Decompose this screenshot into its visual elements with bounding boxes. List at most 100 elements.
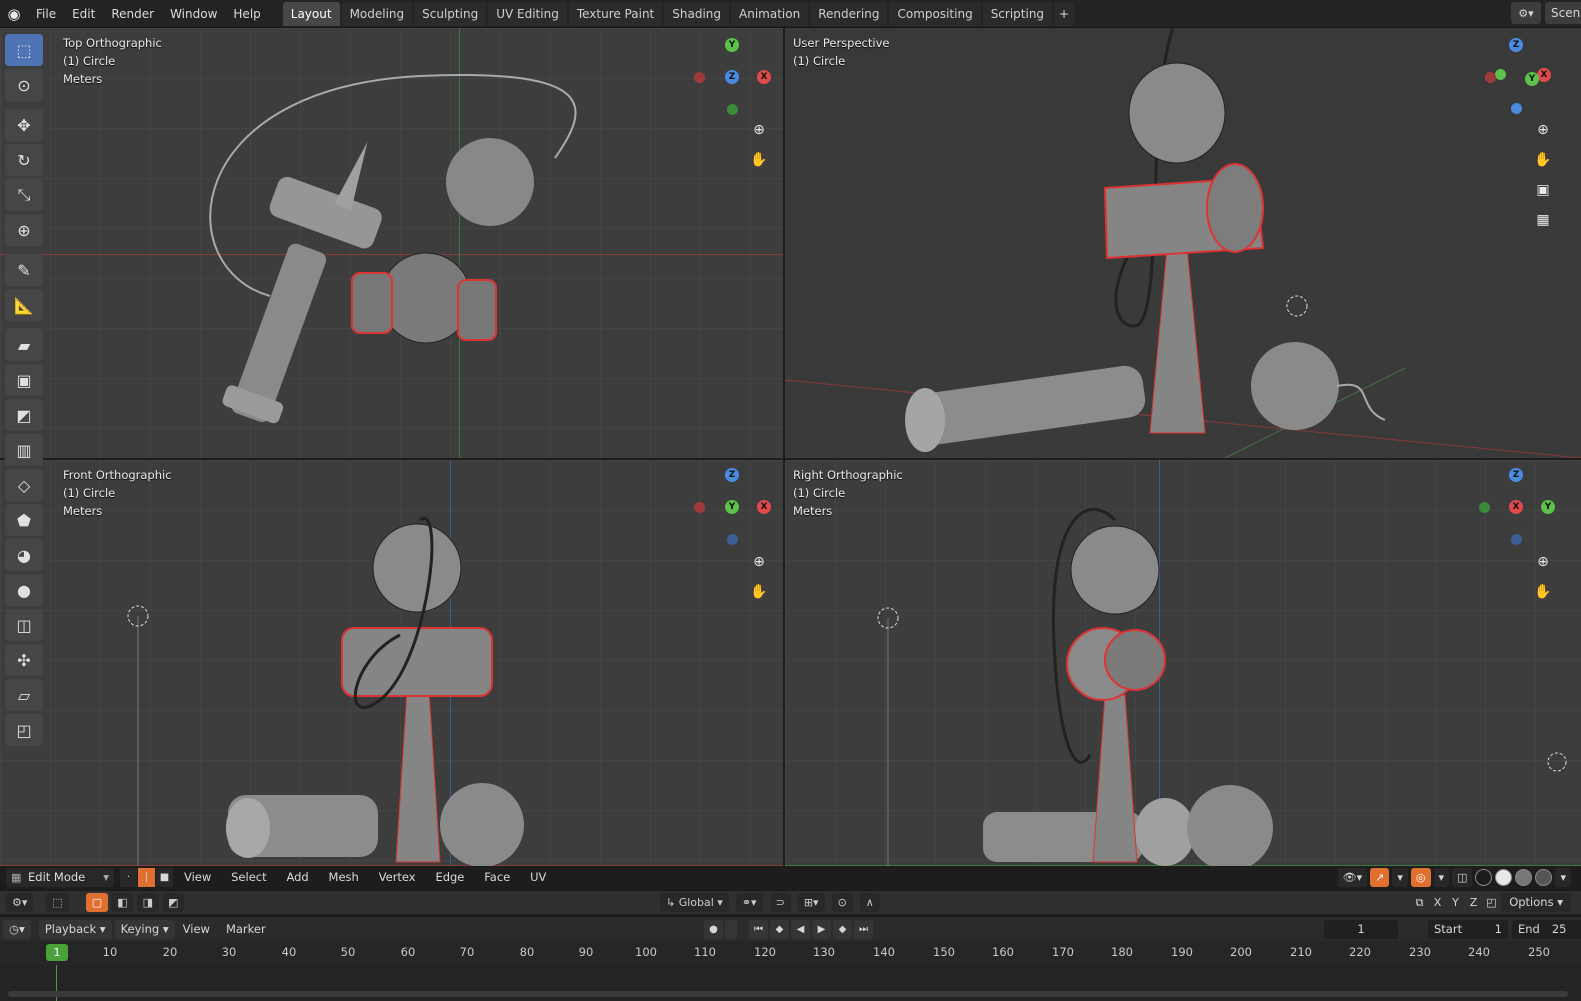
pan-hand-icon[interactable]: ✋ <box>1531 580 1555 604</box>
gizmo-neg-y[interactable] <box>1495 69 1506 80</box>
annotate-icon[interactable]: ✎ <box>5 254 43 286</box>
navigation-gizmo[interactable]: Z X Y <box>1479 468 1569 558</box>
navigation-gizmo[interactable]: Z Y X <box>690 468 780 558</box>
gizmo-neg-z[interactable] <box>1511 534 1522 545</box>
shading-dropdown-icon[interactable]: ▾ <box>1555 867 1571 887</box>
smooth-icon[interactable]: ● <box>5 574 43 606</box>
record-options-icon[interactable] <box>725 919 737 939</box>
gizmo-neg-z[interactable] <box>1511 103 1522 114</box>
gizmo-y[interactable]: Y <box>1541 500 1555 514</box>
gizmo-x[interactable]: X <box>1509 500 1523 514</box>
navigation-gizmo[interactable]: Y Z X <box>690 36 780 126</box>
viewport-right[interactable]: Right Orthographic (1) Circle Meters Z X… <box>785 460 1581 866</box>
zoom-icon[interactable]: ⊕ <box>1531 550 1555 574</box>
camera-icon[interactable]: ▣ <box>1531 178 1555 202</box>
xray-toggle-icon[interactable]: ◫ <box>1452 867 1473 887</box>
gizmo-dropdown-icon[interactable]: ▾ <box>1392 867 1408 887</box>
scene-icon[interactable]: ⚙▾ <box>1511 2 1541 24</box>
tab-layout[interactable]: Layout <box>282 1 340 26</box>
tab-compositing[interactable]: Compositing <box>889 1 981 26</box>
inset-icon[interactable]: ▣ <box>5 364 43 396</box>
jump-end-icon[interactable]: ⏭ <box>854 919 873 939</box>
rendered-shading-icon[interactable] <box>1535 868 1553 886</box>
tab-animation[interactable]: Animation <box>731 1 809 26</box>
frame-ruler[interactable]: 1 10 20 30 40 50 60 70 80 90 100 110 120… <box>0 941 1581 965</box>
measure-icon[interactable]: 📐 <box>5 289 43 321</box>
pan-hand-icon[interactable]: ✋ <box>1531 148 1555 172</box>
viewport-front[interactable]: Front Orthographic (1) Circle Meters Z Y… <box>0 460 783 866</box>
edge-slide-icon[interactable]: ◫ <box>5 609 43 641</box>
play-icon[interactable]: ▶ <box>812 919 831 939</box>
mirror-z[interactable]: Z <box>1466 896 1481 910</box>
menu-view[interactable]: View <box>176 870 219 884</box>
rotate-icon[interactable]: ↻ <box>5 144 43 176</box>
gizmo-y[interactable]: Y <box>725 38 739 52</box>
gizmo-neg-x[interactable] <box>694 72 705 83</box>
play-reverse-icon[interactable]: ◀ <box>791 919 810 939</box>
vertex-select-icon[interactable]: · <box>120 867 138 887</box>
menu-window[interactable]: Window <box>162 0 225 28</box>
gizmo-z[interactable]: Z <box>1509 38 1523 52</box>
tab-modeling[interactable]: Modeling <box>341 1 413 26</box>
snap-icon[interactable]: ⊃ <box>769 893 791 912</box>
select-tool-icon[interactable]: ⬚ <box>46 893 69 912</box>
pan-hand-icon[interactable]: ✋ <box>747 580 771 604</box>
prev-keyframe-icon[interactable]: ◆ <box>770 919 789 939</box>
gizmo-neg-x[interactable] <box>694 502 705 513</box>
menu-select[interactable]: Select <box>223 870 274 884</box>
options-dropdown[interactable]: Options ▾ <box>1501 893 1571 912</box>
overlays-dropdown-icon[interactable]: ▾ <box>1433 867 1450 887</box>
gizmo-y[interactable]: Y <box>725 500 739 514</box>
menu-render[interactable]: Render <box>103 0 162 28</box>
viewport-top[interactable]: Top Orthographic (1) Circle Meters Y Z X… <box>0 28 783 458</box>
select-subtract-icon[interactable]: ◨ <box>136 893 160 912</box>
mirror-x[interactable]: X <box>1430 896 1445 910</box>
gizmo-x[interactable]: X <box>757 70 771 84</box>
tool-settings-icon[interactable]: ⚙▾ <box>6 893 34 912</box>
gizmo-neg-y[interactable] <box>727 104 738 115</box>
gizmo-x[interactable]: X <box>757 500 771 514</box>
mode-dropdown[interactable]: Edit Mode <box>6 867 114 887</box>
menu-marker[interactable]: Marker <box>218 922 274 936</box>
tab-scripting[interactable]: Scripting <box>982 1 1053 26</box>
current-frame-marker[interactable]: 1 <box>46 944 68 961</box>
gizmo-z[interactable]: Z <box>1509 468 1523 482</box>
edge-select-icon[interactable]: | <box>138 867 156 887</box>
shear-icon[interactable]: ▱ <box>5 679 43 711</box>
menu-edit[interactable]: Edit <box>64 0 103 28</box>
menu-vertex[interactable]: Vertex <box>371 870 424 884</box>
tab-rendering[interactable]: Rendering <box>810 1 888 26</box>
tab-sculpting[interactable]: Sculpting <box>414 1 487 26</box>
select-extend-icon[interactable]: ◧ <box>111 893 134 912</box>
loop-cut-icon[interactable]: ▥ <box>5 434 43 466</box>
menu-edge[interactable]: Edge <box>427 870 472 884</box>
snap-target-icon[interactable]: ⊞▾ <box>797 893 825 912</box>
transform-icon[interactable]: ⊕ <box>5 214 43 246</box>
keying-dropdown[interactable]: Keying ▾ <box>114 919 175 939</box>
scale-icon[interactable]: ⤡ <box>5 179 43 211</box>
grid-perspective-icon[interactable]: ▦ <box>1531 208 1555 232</box>
timeline-area[interactable] <box>0 965 1581 1001</box>
tab-shading[interactable]: Shading <box>664 1 729 26</box>
record-icon[interactable]: ● <box>704 919 723 939</box>
orientation-dropdown[interactable]: ↳ Global ▾ <box>660 893 729 912</box>
face-select-icon[interactable]: ■ <box>156 867 174 887</box>
tab-uv-editing[interactable]: UV Editing <box>488 1 567 26</box>
gizmo-neg-y[interactable] <box>1479 502 1490 513</box>
mirror-y[interactable]: Y <box>1448 896 1463 910</box>
select-intersect-icon[interactable]: ◩ <box>162 893 185 912</box>
cursor-icon[interactable]: ⊙ <box>5 69 43 101</box>
material-shading-icon[interactable] <box>1515 868 1533 886</box>
viewport-perspective[interactable]: User Perspective (1) Circle Z X Y ⊕ ✋ ▣ … <box>785 28 1581 458</box>
menu-view[interactable]: View <box>175 922 218 936</box>
pivot-icon[interactable]: ⚭▾ <box>735 893 763 912</box>
gizmo-neg-z[interactable] <box>727 534 738 545</box>
tab-texture-paint[interactable]: Texture Paint <box>568 1 663 26</box>
blender-logo-icon[interactable]: ◉ <box>0 0 28 28</box>
next-keyframe-icon[interactable]: ◆ <box>833 919 852 939</box>
poly-build-icon[interactable]: ⬟ <box>5 504 43 536</box>
gizmo-neg-x[interactable] <box>1485 72 1496 83</box>
bevel-icon[interactable]: ◩ <box>5 399 43 431</box>
jump-start-icon[interactable]: ⏮ <box>749 919 768 939</box>
menu-uv[interactable]: UV <box>522 870 554 884</box>
